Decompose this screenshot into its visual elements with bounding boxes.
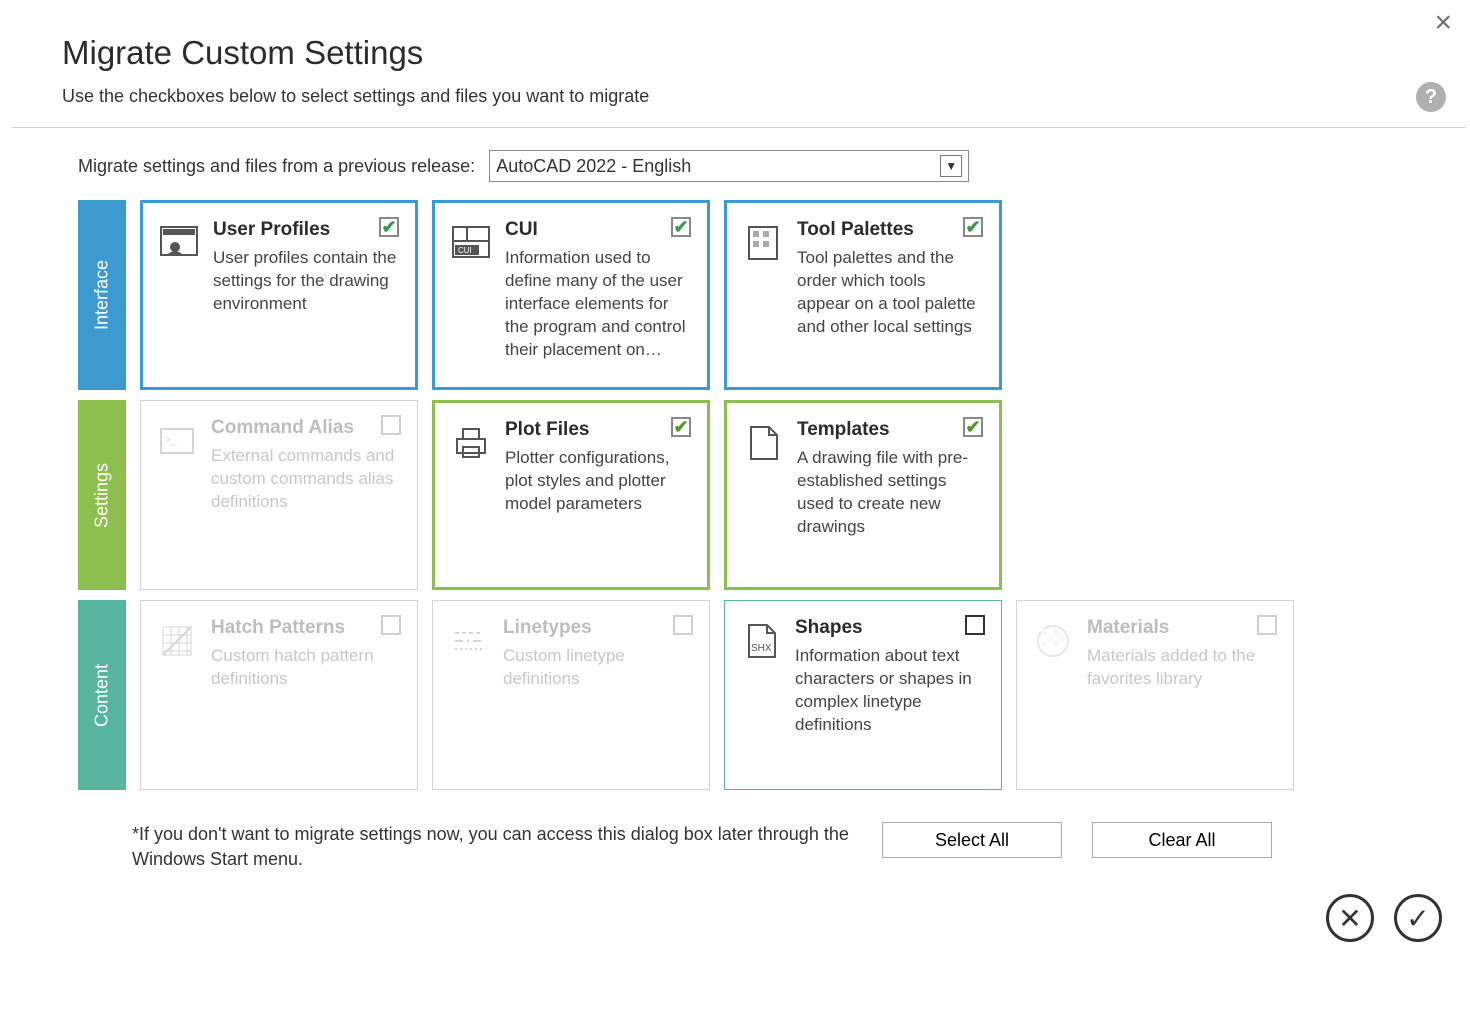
row-content: Content Hatch Patterns Custom hatch patt… xyxy=(78,600,1466,790)
tile-checkbox[interactable] xyxy=(1257,615,1277,635)
tile-title: Hatch Patterns xyxy=(211,617,401,639)
page-subtitle: Use the checkboxes below to select setti… xyxy=(62,86,1416,107)
source-row: Migrate settings and files from a previo… xyxy=(12,128,1466,200)
tile-checkbox[interactable] xyxy=(381,615,401,635)
svg-text:>_: >_ xyxy=(165,435,177,446)
tile-checkbox[interactable] xyxy=(671,417,691,437)
tile-title: User Profiles xyxy=(213,219,399,241)
tile-hatch-patterns[interactable]: Hatch Patterns Custom hatch pattern defi… xyxy=(140,600,418,790)
tile-desc: A drawing file with pre-established sett… xyxy=(797,447,983,539)
tile-title: Command Alias xyxy=(211,417,401,439)
tile-title: Shapes xyxy=(795,617,985,639)
tile-desc: User profiles contain the settings for t… xyxy=(213,247,399,316)
tile-checkbox[interactable] xyxy=(963,217,983,237)
select-all-button[interactable]: Select All xyxy=(882,822,1062,858)
user-profiles-icon xyxy=(157,219,201,371)
command-alias-icon: >_ xyxy=(155,417,199,573)
tile-desc: Materials added to the favorites library xyxy=(1087,645,1277,691)
row-settings: Settings >_ Command Alias External comma… xyxy=(78,400,1466,590)
materials-icon xyxy=(1031,617,1075,773)
source-release-value: AutoCAD 2022 - English xyxy=(496,156,691,177)
tile-title: Templates xyxy=(797,419,983,441)
tile-checkbox[interactable] xyxy=(965,615,985,635)
hatch-icon xyxy=(155,617,199,773)
tile-desc: Custom hatch pattern definitions xyxy=(211,645,401,691)
footnote-text: *If you don't want to migrate settings n… xyxy=(132,822,852,872)
tool-palettes-icon xyxy=(741,219,785,371)
tile-desc: Information about text characters or sha… xyxy=(795,645,985,737)
tile-materials[interactable]: Materials Materials added to the favorit… xyxy=(1016,600,1294,790)
source-release-select[interactable]: AutoCAD 2022 - English ▼ xyxy=(489,150,969,182)
tile-desc: Information used to define many of the u… xyxy=(505,247,691,362)
category-label-settings: Settings xyxy=(78,400,126,590)
tile-plot-files[interactable]: Plot Files Plotter configurations, plot … xyxy=(432,400,710,590)
tile-checkbox[interactable] xyxy=(671,217,691,237)
migrate-settings-dialog: × Migrate Custom Settings Use the checkb… xyxy=(12,0,1466,1032)
help-icon[interactable]: ? xyxy=(1416,82,1446,112)
svg-text:CUI: CUI xyxy=(458,246,472,255)
tile-title: Plot Files xyxy=(505,419,691,441)
tile-linetypes[interactable]: Linetypes Custom linetype definitions xyxy=(432,600,710,790)
footer: *If you don't want to migrate settings n… xyxy=(12,800,1466,872)
tile-desc: External commands and custom commands al… xyxy=(211,445,401,514)
clear-all-button[interactable]: Clear All xyxy=(1092,822,1272,858)
close-icon[interactable]: × xyxy=(1434,8,1452,38)
tile-shapes[interactable]: SHX Shapes Information about text charac… xyxy=(724,600,1002,790)
tile-desc: Tool palettes and the order which tools … xyxy=(797,247,983,339)
category-label-interface: Interface xyxy=(78,200,126,390)
printer-icon xyxy=(449,419,493,571)
tile-tool-palettes[interactable]: Tool Palettes Tool palettes and the orde… xyxy=(724,200,1002,390)
tile-checkbox[interactable] xyxy=(381,415,401,435)
dialog-header: Migrate Custom Settings Use the checkbox… xyxy=(12,0,1466,107)
tile-checkbox[interactable] xyxy=(963,417,983,437)
tile-cui[interactable]: CUI CUI Information used to define many … xyxy=(432,200,710,390)
cancel-button[interactable]: ✕ xyxy=(1326,894,1374,942)
tile-templates[interactable]: Templates A drawing file with pre-establ… xyxy=(724,400,1002,590)
tile-checkbox[interactable] xyxy=(379,217,399,237)
svg-text:SHX: SHX xyxy=(751,643,772,654)
linetypes-icon xyxy=(447,617,491,773)
tile-title: Materials xyxy=(1087,617,1277,639)
tile-title: Tool Palettes xyxy=(797,219,983,241)
tile-user-profiles[interactable]: User Profiles User profiles contain the … xyxy=(140,200,418,390)
tile-checkbox[interactable] xyxy=(673,615,693,635)
source-label: Migrate settings and files from a previo… xyxy=(78,156,475,177)
categories-grid: Interface User Profiles User profiles co… xyxy=(12,200,1466,800)
tile-title: Linetypes xyxy=(503,617,693,639)
cui-icon: CUI xyxy=(449,219,493,371)
chevron-down-icon: ▼ xyxy=(940,155,962,177)
page-title: Migrate Custom Settings xyxy=(62,34,1416,72)
tile-desc: Plotter configurations, plot styles and … xyxy=(505,447,691,516)
ok-button[interactable]: ✓ xyxy=(1394,894,1442,942)
category-label-content: Content xyxy=(78,600,126,790)
row-interface: Interface User Profiles User profiles co… xyxy=(78,200,1466,390)
tile-command-alias[interactable]: >_ Command Alias External commands and c… xyxy=(140,400,418,590)
templates-icon xyxy=(741,419,785,571)
tile-title: CUI xyxy=(505,219,691,241)
action-buttons: ✕ ✓ xyxy=(1326,894,1442,942)
shapes-icon: SHX xyxy=(739,617,783,773)
tile-desc: Custom linetype definitions xyxy=(503,645,693,691)
